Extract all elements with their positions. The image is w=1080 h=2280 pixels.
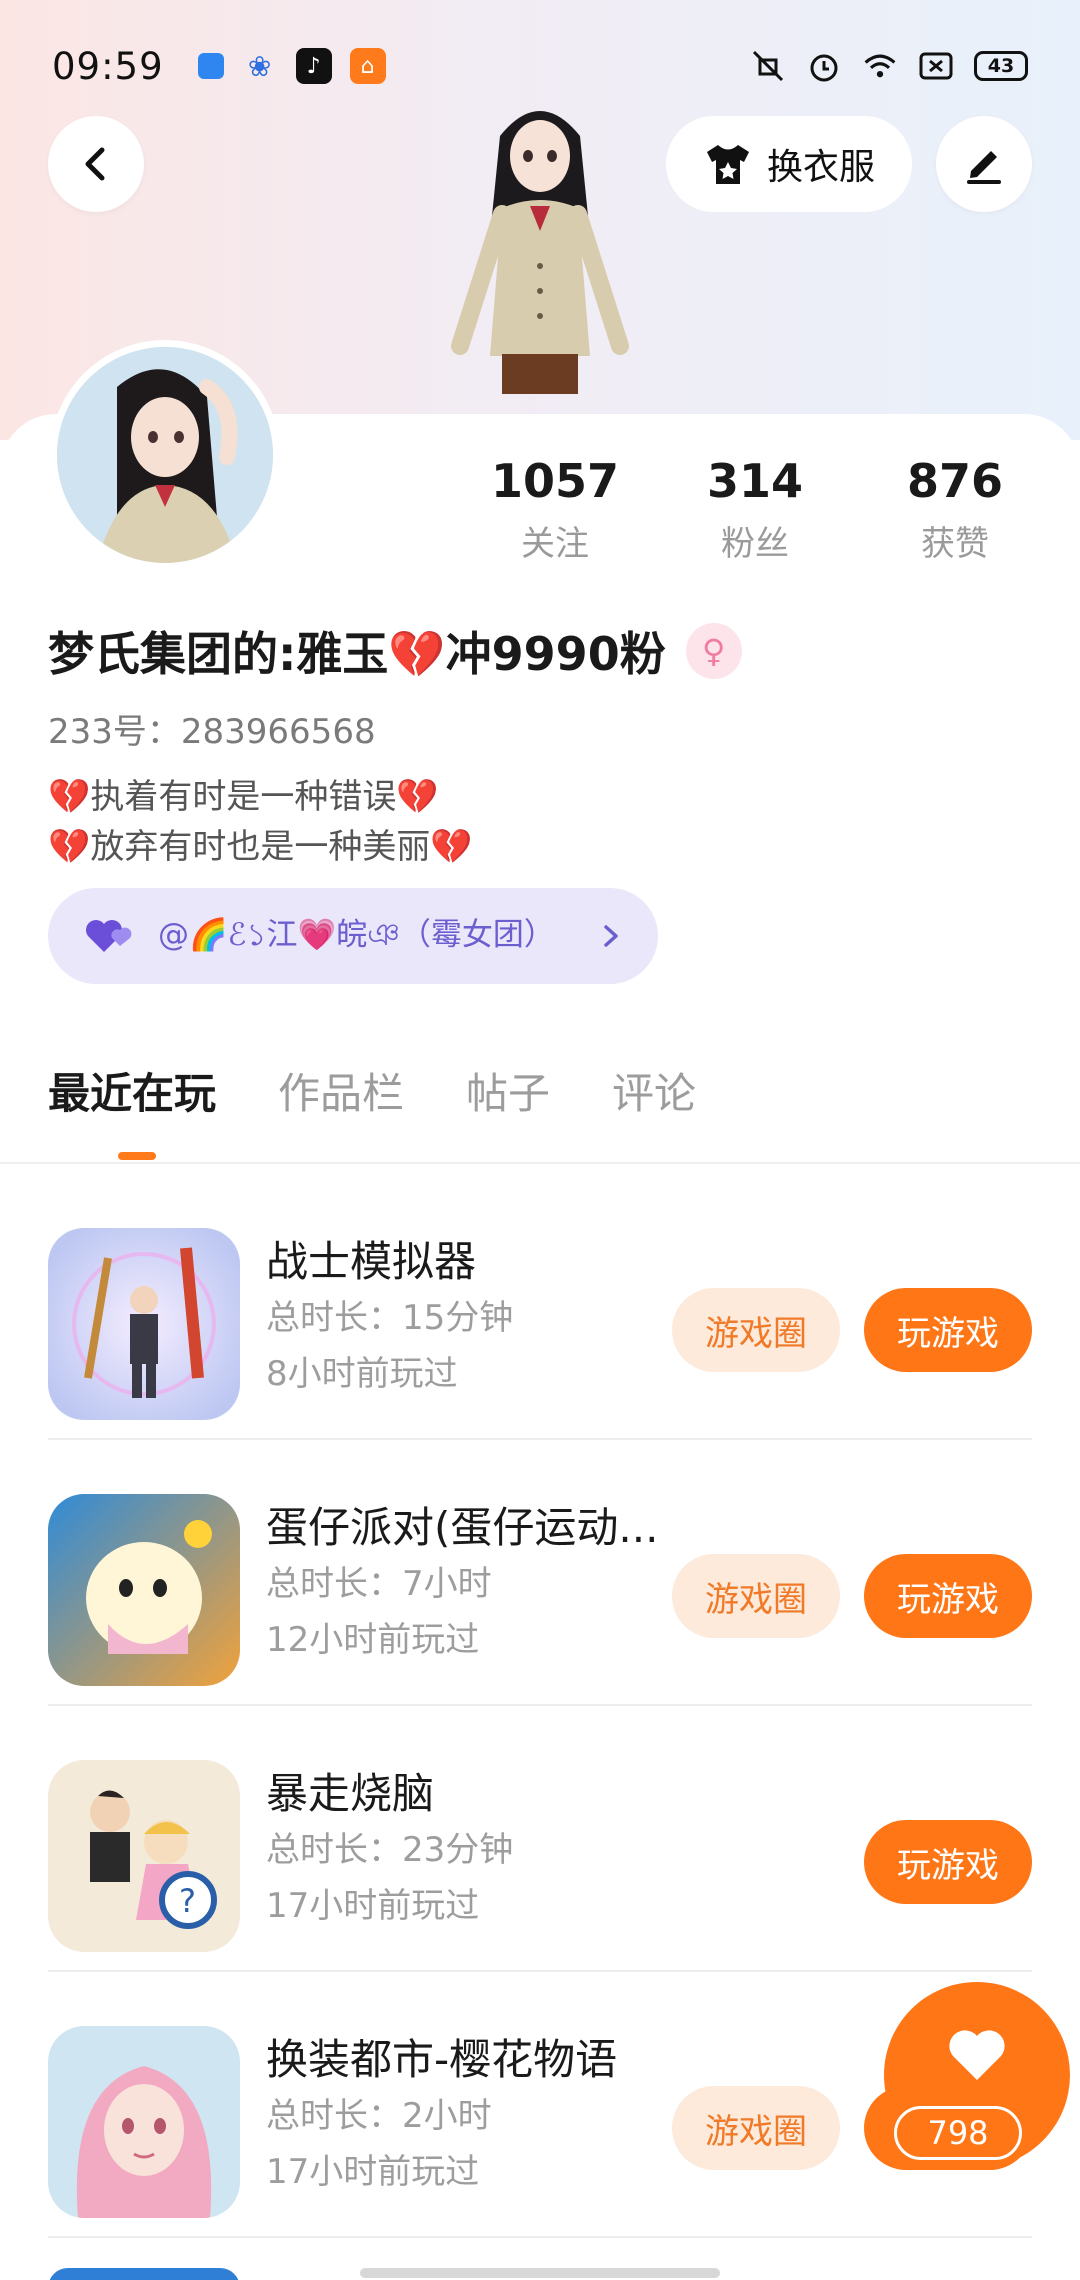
play-game-button[interactable]: 玩游戏 [864,1820,1032,1904]
app-blue-icon [197,53,224,79]
play-game-button[interactable]: 玩游戏 [864,1554,1032,1638]
game-title: 换装都市-樱花物语 [266,2035,618,2084]
heart-badge-icon [86,920,132,952]
avatar-image [57,347,273,563]
edit-profile-button[interactable] [936,116,1032,212]
stat-following[interactable]: 1057 关注 [455,452,655,565]
alarm-icon [806,48,842,84]
stat-label: 粉丝 [721,524,789,564]
stat-label: 关注 [521,524,589,564]
user-id: 233号：283966568 [48,712,376,752]
game-last-played: 8小时前玩过 [266,1354,458,1394]
game-row[interactable]: 换装都市-樱花物语 总时长：2小时 17小时前玩过 游戏圈 玩游戏 [48,1974,1032,2238]
stat-value: 876 [906,454,1004,508]
game-circle-button[interactable]: 游戏圈 [672,1554,840,1638]
game-last-played: 12小时前玩过 [266,1620,480,1660]
tiktok-icon: ♪ [295,48,332,84]
character-avatar-figure [451,111,629,394]
play-game-button[interactable]: 玩游戏 [864,1288,1032,1372]
stat-value: 1057 [490,454,620,508]
system-icons: 43 [750,48,1028,84]
back-button[interactable] [48,116,144,212]
profile-stats: 1057 关注 314 粉丝 876 获赞 [455,452,1055,565]
game-row[interactable]: 战士模拟器 总时长：15分钟 8小时前玩过 游戏圈 玩游戏 [48,1176,1032,1440]
wifi-icon [862,48,898,84]
game-icon-eggy-party [48,1494,240,1686]
change-outfit-button[interactable]: 换衣服 [666,116,912,212]
battery-indicator: 43 [974,51,1028,81]
tshirt-icon [706,145,749,184]
game-title: 蛋仔派对(蛋仔运动... [266,1503,659,1552]
mute-vibrate-icon [750,48,786,84]
game-icon-warrior [48,1228,240,1420]
stat-label: 获赞 [921,524,989,564]
change-outfit-label: 换衣服 [766,147,875,188]
game-info: 蛋仔派对(蛋仔运动... 总时长：7小时 12小时前玩过 [266,1500,696,1668]
tab-works[interactable]: 作品栏 [278,1060,404,1121]
paw-icon: ❀ [247,49,272,83]
stat-followers[interactable]: 314 粉丝 [655,452,855,565]
game-circle-button[interactable]: 游戏圈 [672,2086,840,2170]
pen-icon [967,151,1001,184]
game-row[interactable]: ? 暴走烧脑 总时长：23分钟 17小时前玩过 玩游戏 [48,1708,1032,1972]
heart-icon [949,2030,1005,2080]
profile-tabs: 最近在玩 作品栏 帖子 评论 [48,1060,696,1121]
nickname: 梦氏集团的:雅玉💔冲9990粉 [48,627,666,681]
game-last-played: 17小时前玩过 [266,1886,480,1926]
status-time: 09:59 [52,44,164,88]
bio-line: 💔放弃有时也是一种美丽💔 [48,827,473,867]
game-circle-button[interactable]: 游戏圈 [672,1288,840,1372]
avatar[interactable] [50,340,280,570]
chevron-left-icon [85,147,105,181]
game-info: 战士模拟器 总时长：15分钟 8小时前玩过 [266,1234,696,1402]
notification-icons: ❀ ♪ ⌂ [197,48,386,84]
tab-recently-played[interactable]: 最近在玩 [48,1060,216,1121]
stat-likes[interactable]: 876 获赞 [855,452,1055,565]
sim-off-icon [918,48,954,84]
bio-line: 💔执着有时是一种错误💔 [48,777,439,817]
nickname-row: 梦氏集团的:雅玉💔冲9990粉 ♀ [48,618,742,684]
orange-app-icon: ⌂ [349,48,386,84]
chevron-right-icon [604,925,618,947]
tab-comments[interactable]: 评论 [612,1060,696,1121]
group-link[interactable]: @🌈ℰ১江💗皖ঞ（霉女团） [48,888,658,984]
stat-value: 314 [706,454,804,508]
female-gender-icon: ♀ [685,623,742,679]
svg-text:?: ? [179,1882,196,1920]
group-label: @🌈ℰ১江💗皖ঞ（霉女团） [158,917,555,953]
like-count: 798 [894,2106,1022,2160]
game-title: 暴走烧脑 [266,1769,435,1818]
game-row[interactable]: 蛋仔派对(蛋仔运动... 总时长：7小时 12小时前玩过 游戏圈 玩游戏 [48,1442,1032,1706]
game-duration: 总时长：2小时 [266,2096,492,2136]
tab-posts[interactable]: 帖子 [466,1060,550,1121]
active-tab-indicator [118,1152,156,1160]
game-duration: 总时长：15分钟 [266,1298,514,1338]
game-info: 暴走烧脑 总时长：23分钟 17小时前玩过 [266,1766,696,1934]
home-indicator [360,2268,720,2278]
game-icon-sakura-dressup [48,2026,240,2218]
game-last-played: 17小时前玩过 [266,2152,480,2192]
divider [0,1162,1080,1164]
bio: 💔执着有时是一种错误💔 💔放弃有时也是一种美丽💔 [48,772,473,872]
game-title: 战士模拟器 [266,1237,477,1286]
game-icon-brain-puzzle: ? [48,1760,240,1952]
game-duration: 总时长：7小时 [266,1564,492,1604]
game-duration: 总时长：23分钟 [266,1830,514,1870]
next-game-icon-peek [48,2268,240,2280]
game-info: 换装都市-樱花物语 总时长：2小时 17小时前玩过 [266,2032,696,2200]
